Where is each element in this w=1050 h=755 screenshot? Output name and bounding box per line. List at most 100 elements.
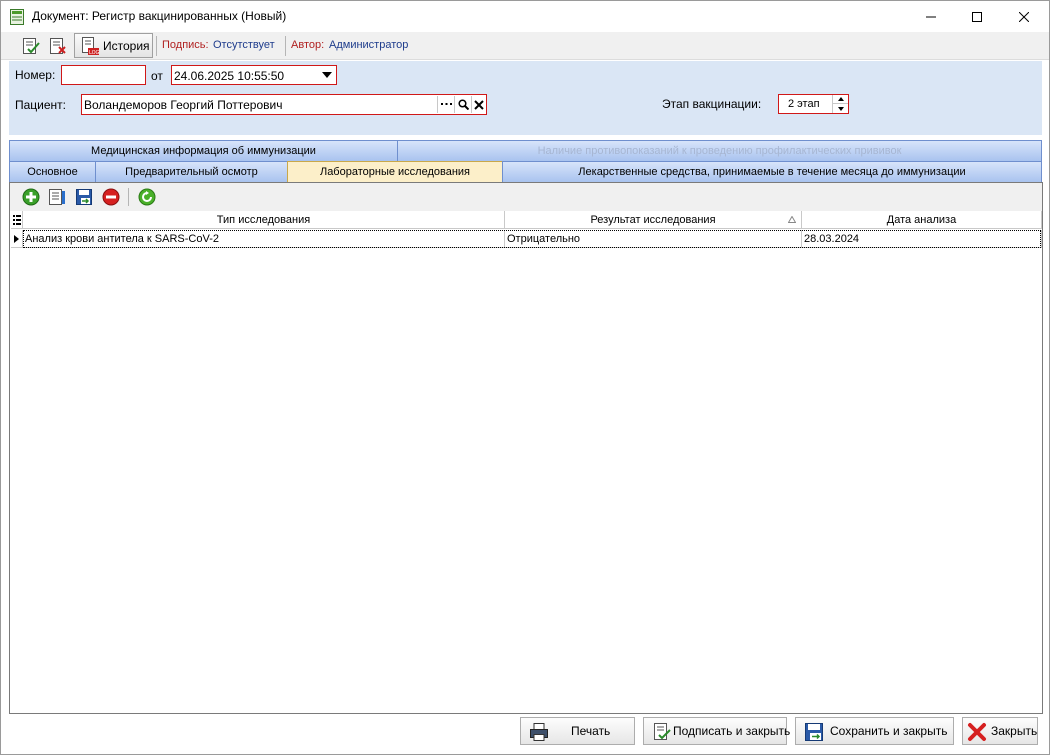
- document-app-icon: [10, 9, 24, 25]
- stage-down-button[interactable]: [832, 104, 848, 113]
- sort-ascending-icon: [788, 216, 796, 223]
- delete-icon: [102, 188, 120, 206]
- refresh-icon: [138, 188, 156, 206]
- table-cell-test-result[interactable]: Отрицательно: [505, 230, 802, 248]
- unsign-document-icon: [50, 38, 66, 54]
- number-label: Номер:: [15, 68, 56, 82]
- patient-clear-button[interactable]: [471, 96, 486, 113]
- column-header-test-type[interactable]: Тип исследования: [23, 211, 505, 229]
- toolbar-separator: [285, 36, 286, 56]
- toolbar-separator: [128, 188, 129, 206]
- author-label: Автор:: [291, 39, 325, 51]
- tab-label: Лабораторные исследования: [319, 166, 471, 178]
- minimize-button[interactable]: [908, 1, 954, 32]
- grid-settings-icon: [12, 215, 21, 225]
- table-cell-analysis-date[interactable]: 28.03.2024: [802, 230, 1042, 248]
- print-label: Печать: [571, 724, 611, 738]
- tab-medical-info[interactable]: Медицинская информация об иммунизации: [9, 140, 398, 161]
- save-icon: [76, 189, 92, 205]
- close-window-button[interactable]: [1001, 1, 1047, 32]
- minimize-icon: [926, 16, 936, 17]
- sign-status: Отсутствует: [213, 39, 275, 51]
- edit-row-button[interactable]: [47, 187, 67, 207]
- patient-value: Воландеморов Георгий Поттерович: [84, 98, 283, 112]
- patient-label: Пациент:: [15, 98, 67, 112]
- sign-document-icon: [23, 38, 40, 54]
- tab-label: Лекарственные средства, принимаемые в те…: [578, 166, 966, 178]
- number-field[interactable]: [61, 65, 146, 85]
- chevron-down-icon: [322, 72, 332, 78]
- printer-icon: [530, 723, 548, 741]
- tab-label: Медицинская информация об иммунизации: [91, 145, 316, 157]
- save-icon: [805, 723, 823, 741]
- clear-icon: [474, 99, 484, 110]
- stage-up-button[interactable]: [832, 95, 848, 104]
- sign-and-close-button[interactable]: Подписать и закрыть: [643, 717, 791, 745]
- tab-lab-tests[interactable]: Лабораторные исследования: [287, 161, 503, 182]
- row-indicator[interactable]: [11, 230, 23, 248]
- tab-main[interactable]: Основное: [9, 161, 96, 182]
- stage-spinner[interactable]: 2 этап: [778, 94, 849, 114]
- tab-medications[interactable]: Лекарственные средства, принимаемые в те…: [502, 161, 1042, 182]
- tab-label: Предварительный осмотр: [125, 166, 258, 178]
- delete-row-button[interactable]: [101, 187, 121, 207]
- refresh-button[interactable]: [137, 187, 157, 207]
- tab-row-top: Медицинская информация об иммунизации На…: [9, 140, 1042, 161]
- tab-row-bottom: Основное Предварительный осмотр Лаборато…: [9, 161, 1042, 182]
- sign-and-close-label: Подписать и закрыть: [673, 724, 791, 738]
- sign-label: Подпись:: [162, 39, 209, 51]
- date-picker[interactable]: 24.06.2025 10:55:50: [171, 65, 337, 85]
- author-value: Администратор: [329, 39, 409, 51]
- add-row-button[interactable]: [21, 187, 41, 207]
- history-button[interactable]: LOG История: [74, 33, 153, 58]
- title-bar: Документ: Регистр вакцинированных (Новый…: [1, 1, 1049, 32]
- patient-search-button[interactable]: [454, 96, 471, 113]
- current-row-icon: [14, 235, 19, 243]
- toolbar-separator: [156, 36, 157, 56]
- close-red-icon: [968, 723, 986, 741]
- document-toolbar: LOG История Подпись: Отсутствует Автор: …: [1, 32, 1049, 60]
- save-row-button[interactable]: [74, 187, 94, 207]
- sign-doc-button[interactable]: [20, 35, 42, 57]
- maximize-icon: [972, 11, 982, 22]
- close-icon: [1019, 11, 1029, 22]
- column-header-test-result[interactable]: Результат исследования: [505, 211, 802, 229]
- history-log-icon: LOG: [82, 37, 100, 56]
- save-and-close-button[interactable]: Сохранить и закрыть: [795, 717, 954, 745]
- history-label: История: [103, 39, 150, 53]
- date-value: 24.06.2025 10:55:50: [174, 69, 285, 83]
- print-button[interactable]: Печать: [520, 717, 635, 745]
- edit-document-icon: [49, 189, 65, 205]
- document-window: Документ: Регистр вакцинированных (Новый…: [0, 0, 1050, 755]
- grid-toolbar: [10, 183, 1042, 211]
- from-label: от: [151, 69, 163, 83]
- svg-text:LOG: LOG: [89, 50, 100, 56]
- close-button[interactable]: Закрыть: [962, 717, 1038, 745]
- ellipsis-icon: [440, 103, 452, 105]
- lab-tests-grid: Тип исследования Результат исследования …: [11, 211, 1042, 713]
- window-title: Документ: Регистр вакцинированных (Новый…: [32, 9, 287, 23]
- patient-field[interactable]: Воландеморов Георгий Поттерович: [81, 94, 487, 115]
- tab-label: Наличие противопоказаний к проведению пр…: [537, 145, 902, 157]
- patient-browse-button[interactable]: [437, 96, 454, 113]
- add-icon: [22, 188, 40, 206]
- date-dropdown-button[interactable]: [319, 67, 335, 83]
- tab-preliminary-exam[interactable]: Предварительный осмотр: [95, 161, 288, 182]
- column-header-label: Дата анализа: [886, 214, 957, 226]
- stage-label: Этап вакцинации:: [662, 97, 762, 111]
- header-panel: Номер: от 24.06.2025 10:55:50 Пациент: В…: [9, 61, 1042, 135]
- grid-settings-button[interactable]: [11, 211, 23, 229]
- column-header-analysis-date[interactable]: Дата анализа: [802, 211, 1042, 229]
- unsign-doc-button[interactable]: [47, 35, 69, 57]
- stage-value: 2 этап: [788, 98, 820, 110]
- save-and-close-label: Сохранить и закрыть: [830, 724, 948, 738]
- tab-label: Основное: [27, 166, 78, 178]
- maximize-button[interactable]: [954, 1, 1000, 32]
- search-icon: [457, 99, 469, 110]
- close-label: Закрыть: [991, 724, 1038, 738]
- arrow-down-icon: [837, 106, 844, 111]
- sign-document-icon: [654, 723, 671, 740]
- table-cell-test-type[interactable]: Анализ крови антитела к SARS-CoV-2: [23, 230, 505, 248]
- arrow-up-icon: [837, 97, 844, 101]
- column-header-label: Результат исследования: [590, 214, 716, 226]
